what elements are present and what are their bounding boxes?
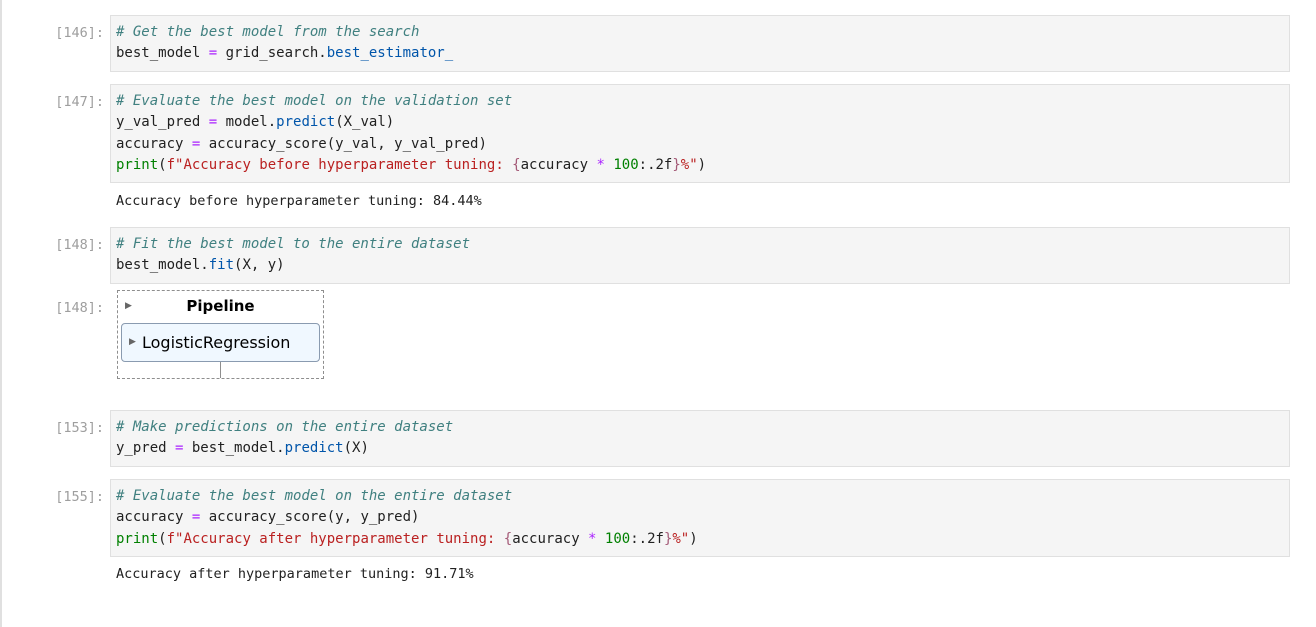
estimator-label[interactable]: LogisticRegression <box>142 333 290 352</box>
input-prompt: [146]: <box>55 25 104 41</box>
code-token: # Evaluate the best model on the validat… <box>116 93 513 109</box>
code-line: accuracy = accuracy_score(y_val, y_val_p… <box>116 134 1284 155</box>
code-editor[interactable]: # Get the best model from the search bes… <box>110 15 1290 72</box>
output-prompt: [148]: <box>55 300 104 316</box>
code-token: = <box>208 45 218 62</box>
code-editor[interactable]: # Evaluate the best model on the validat… <box>110 84 1290 183</box>
code-token: best_estimator_ <box>326 45 454 62</box>
code-token: * <box>596 156 605 173</box>
code-token: = <box>208 114 218 131</box>
code-line: # Fit the best model to the entire datas… <box>116 234 1284 255</box>
pipeline-estimator-box[interactable]: ▶ LogisticRegression <box>121 323 320 362</box>
code-editor[interactable]: # Make predictions on the entire dataset… <box>110 410 1290 467</box>
code-token: accuracy <box>116 509 192 526</box>
cell-output-text: Accuracy after hyperparameter tuning: 91… <box>116 566 474 582</box>
code-line: # Evaluate the best model on the entire … <box>116 486 1284 507</box>
code-token: best_model. <box>183 440 285 457</box>
code-token: { <box>512 156 521 173</box>
code-token: model. <box>217 114 277 131</box>
code-token: { <box>503 530 513 547</box>
code-token: accuracy_score(y_val, y_val_pred) <box>200 135 487 152</box>
code-token: f"Accuracy before hyperparameter tuning: <box>166 156 513 173</box>
code-line: y_val_pred = model.predict(X_val) <box>116 112 1284 133</box>
code-line: # Get the best model from the search <box>116 22 1284 43</box>
code-token: accuracy <box>116 135 192 152</box>
code-token: predict <box>276 114 336 131</box>
input-prompt: [147]: <box>55 94 104 110</box>
code-token: accuracy_score(y, y_pred) <box>200 509 420 526</box>
code-token: } <box>672 156 681 173</box>
code-token: predict <box>284 440 344 457</box>
pipeline-diagram: ▶ Pipeline ▶ LogisticRegression <box>117 290 324 379</box>
code-token: # Evaluate the best model on the entire … <box>116 488 513 504</box>
code-token: y_pred <box>116 440 176 457</box>
code-token: ) <box>689 530 698 547</box>
code-token: ) <box>697 156 707 173</box>
code-token: ( <box>158 530 167 547</box>
pipeline-connector-line <box>220 362 221 378</box>
code-line: print(f"Accuracy after hyperparameter tu… <box>116 529 1284 550</box>
code-token: print <box>116 530 159 547</box>
code-token: print <box>116 156 159 173</box>
code-token: # Get the best model from the search <box>116 24 420 40</box>
code-line: # Evaluate the best model on the validat… <box>116 91 1284 112</box>
code-token: y_val_pred <box>116 114 209 131</box>
code-line: accuracy = accuracy_score(y, y_pred) <box>116 507 1284 528</box>
pipeline-title[interactable]: Pipeline <box>118 297 323 315</box>
code-token: (X) <box>343 440 369 457</box>
code-line: print(f"Accuracy before hyperparameter t… <box>116 155 1284 176</box>
code-token: best_model <box>116 45 209 62</box>
code-token: 100 <box>613 156 639 173</box>
code-line: best_model = grid_search.best_estimator_ <box>116 43 1284 64</box>
code-token: (X, y) <box>234 257 285 274</box>
code-token: # Make predictions on the entire dataset <box>116 419 454 435</box>
code-token: %" <box>680 156 698 173</box>
code-line: # Make predictions on the entire dataset <box>116 417 1284 438</box>
code-line: y_pred = best_model.predict(X) <box>116 438 1284 459</box>
code-editor[interactable]: # Evaluate the best model on the entire … <box>110 479 1290 557</box>
input-prompt: [148]: <box>55 237 104 253</box>
code-line: best_model.fit(X, y) <box>116 255 1284 276</box>
input-prompt: [153]: <box>55 420 104 436</box>
code-token: best_model. <box>116 257 209 274</box>
code-token: fit <box>208 257 235 274</box>
code-editor[interactable]: # Fit the best model to the entire datas… <box>110 227 1290 284</box>
code-token: :.2f <box>630 530 664 547</box>
triangle-right-icon[interactable]: ▶ <box>129 337 136 347</box>
input-prompt: [155]: <box>55 489 104 505</box>
code-token: accuracy <box>520 156 597 173</box>
code-token: 100 <box>604 530 631 547</box>
code-token: grid_search. <box>217 45 327 62</box>
cell-output-text: Accuracy before hyperparameter tuning: 8… <box>116 193 482 209</box>
code-token: (X_val) <box>335 114 395 131</box>
code-token: # Fit the best model to the entire datas… <box>116 236 471 252</box>
code-token: ( <box>158 156 167 173</box>
code-token: f"Accuracy after hyperparameter tuning: <box>166 530 504 547</box>
code-token: accuracy <box>512 530 589 547</box>
code-token: :.2f <box>638 156 673 173</box>
code-token: %" <box>672 530 690 547</box>
